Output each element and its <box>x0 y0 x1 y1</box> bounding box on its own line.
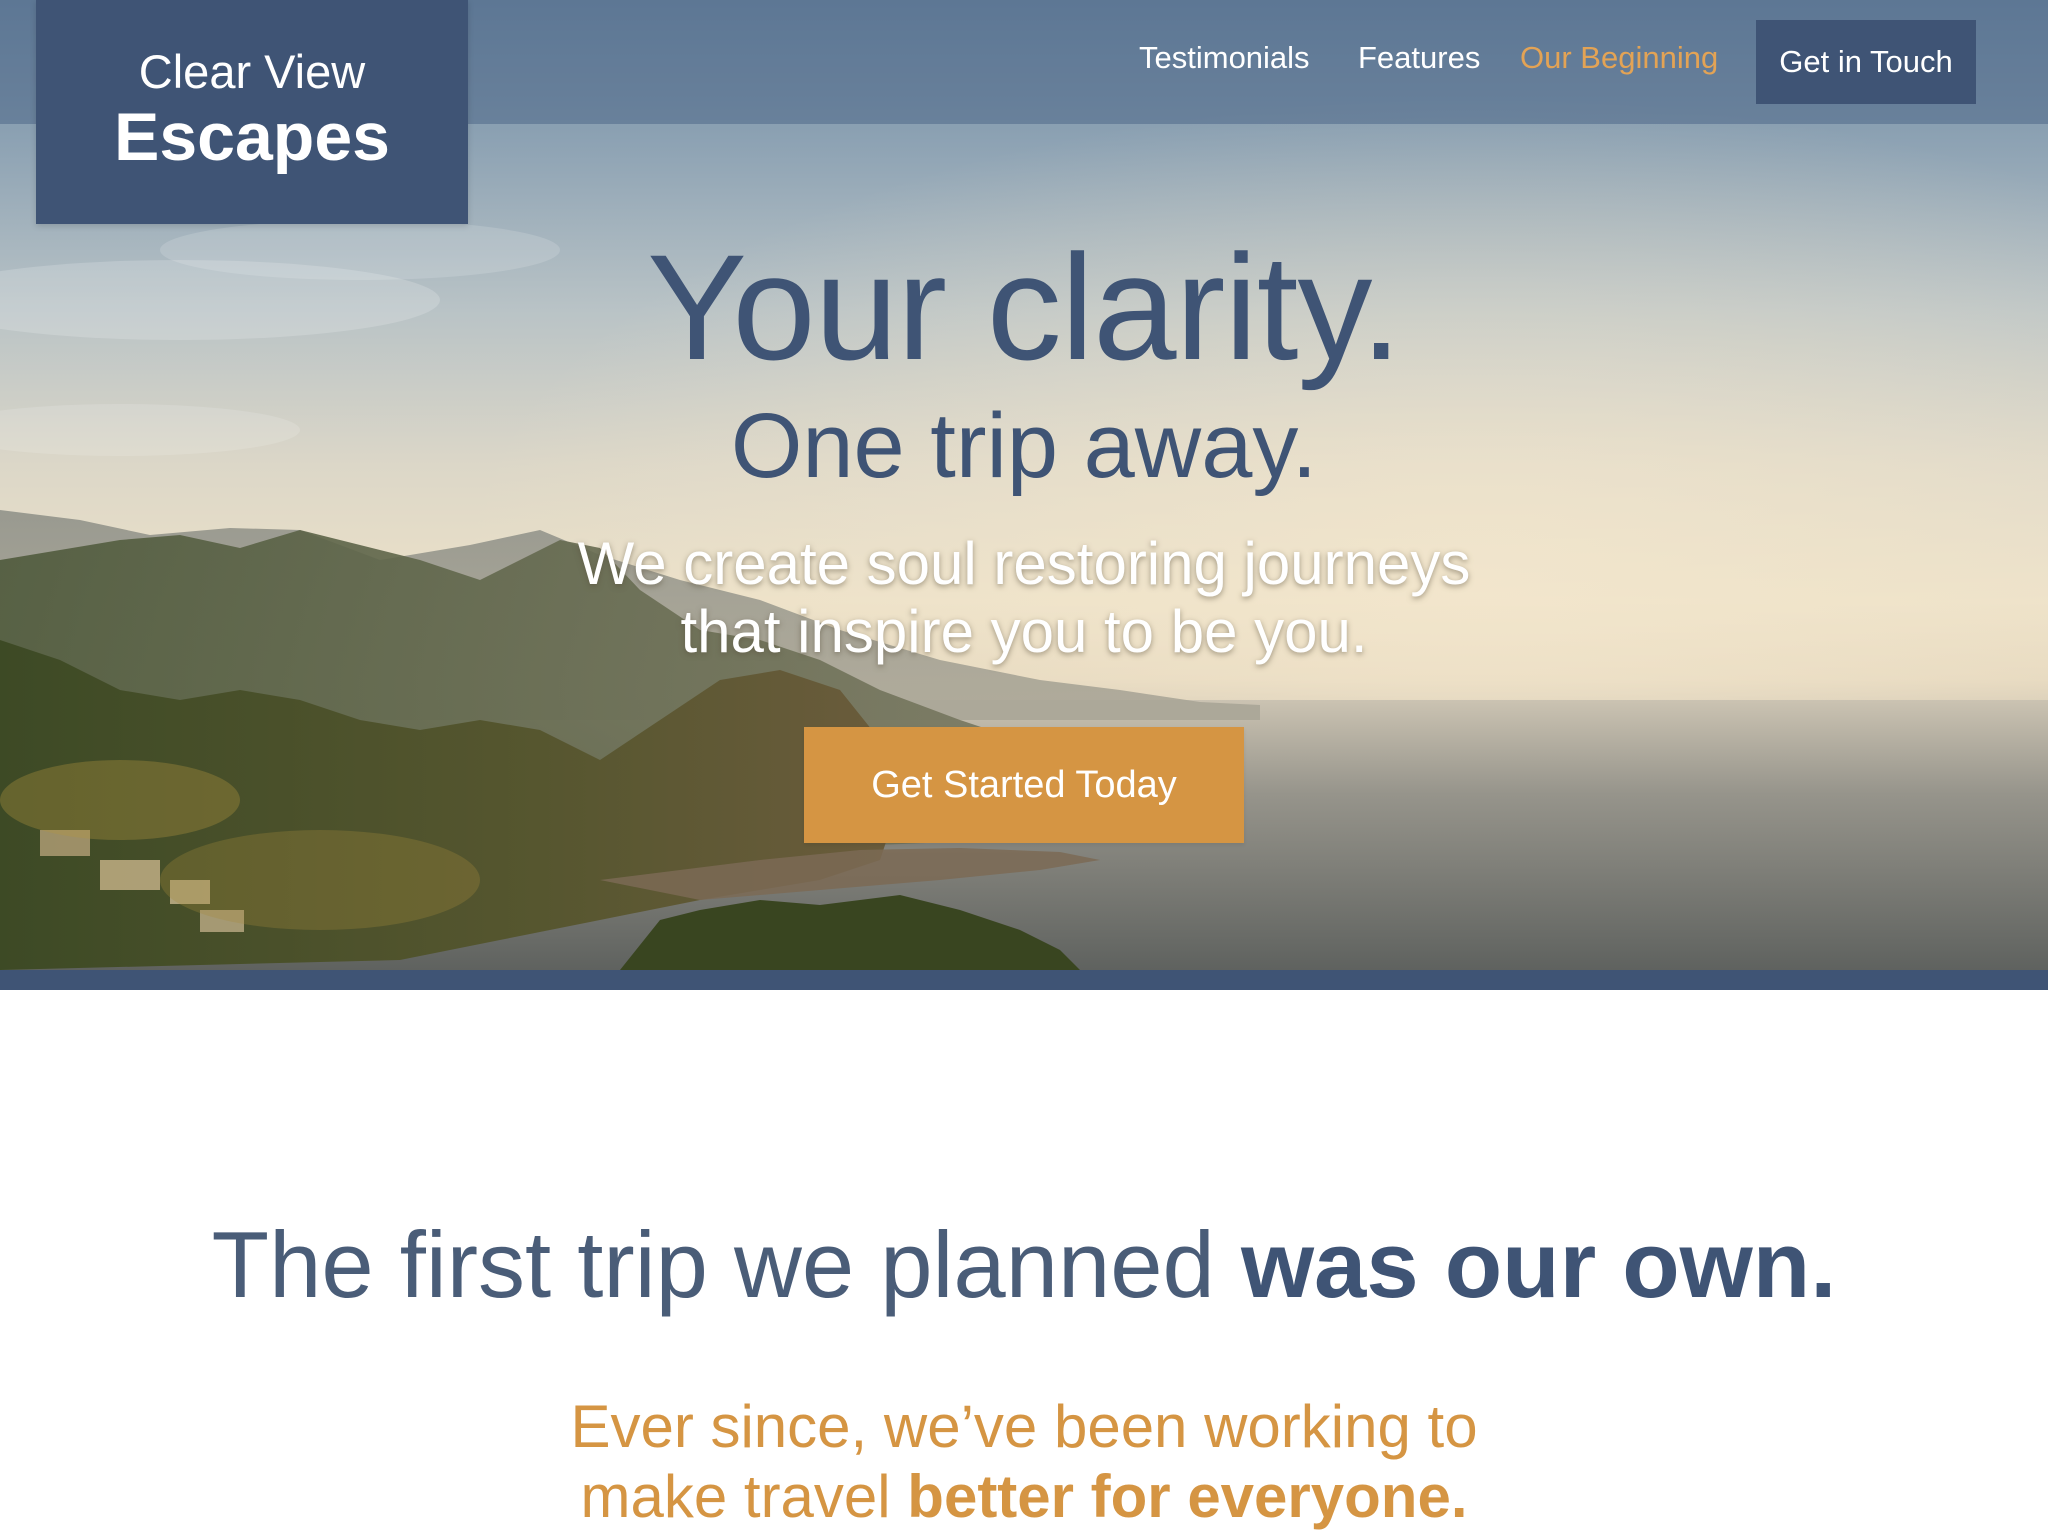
story-heading-bold: was our own. <box>1240 1212 1837 1317</box>
nav-link-features[interactable]: Features <box>1358 40 1480 76</box>
brand-name-line1: Clear View <box>138 45 366 98</box>
story-heading: The first trip we planned was our own. <box>0 1210 2048 1320</box>
hero-bottom-divider <box>0 970 2048 990</box>
get-in-touch-button[interactable]: Get in Touch <box>1756 20 1976 104</box>
hero-section: Clear View Escapes Testimonials Features… <box>0 0 2048 970</box>
hero-description-line2: that inspire you to be you. <box>680 598 1368 665</box>
hero-description-line1: We create soul restoring journeys <box>577 530 1471 597</box>
story-subheading-line2-light: make travel <box>580 1463 908 1530</box>
landing-page: Clear View Escapes Testimonials Features… <box>0 0 2048 1536</box>
story-subheading-line2: make travel better for everyone. <box>0 1462 2048 1532</box>
hero-description: We create soul restoring journeys that i… <box>0 530 2048 666</box>
story-subheading: Ever since, we’ve been working to make t… <box>0 1392 2048 1532</box>
brand-name-line2: Escapes <box>114 99 390 175</box>
brand-logo[interactable]: Clear View Escapes <box>36 0 468 224</box>
story-subheading-line2-bold: better for everyone. <box>907 1463 1468 1530</box>
story-subheading-line1: Ever since, we’ve been working to <box>570 1393 1478 1460</box>
nav-link-testimonials[interactable]: Testimonials <box>1139 40 1310 76</box>
get-started-today-button[interactable]: Get Started Today <box>804 727 1244 843</box>
nav-link-our-beginning[interactable]: Our Beginning <box>1520 40 1718 76</box>
story-heading-light: The first trip we planned <box>211 1212 1241 1317</box>
hero-title: Your clarity. <box>647 223 1402 391</box>
hero-subtitle: One trip away. <box>730 395 1318 497</box>
